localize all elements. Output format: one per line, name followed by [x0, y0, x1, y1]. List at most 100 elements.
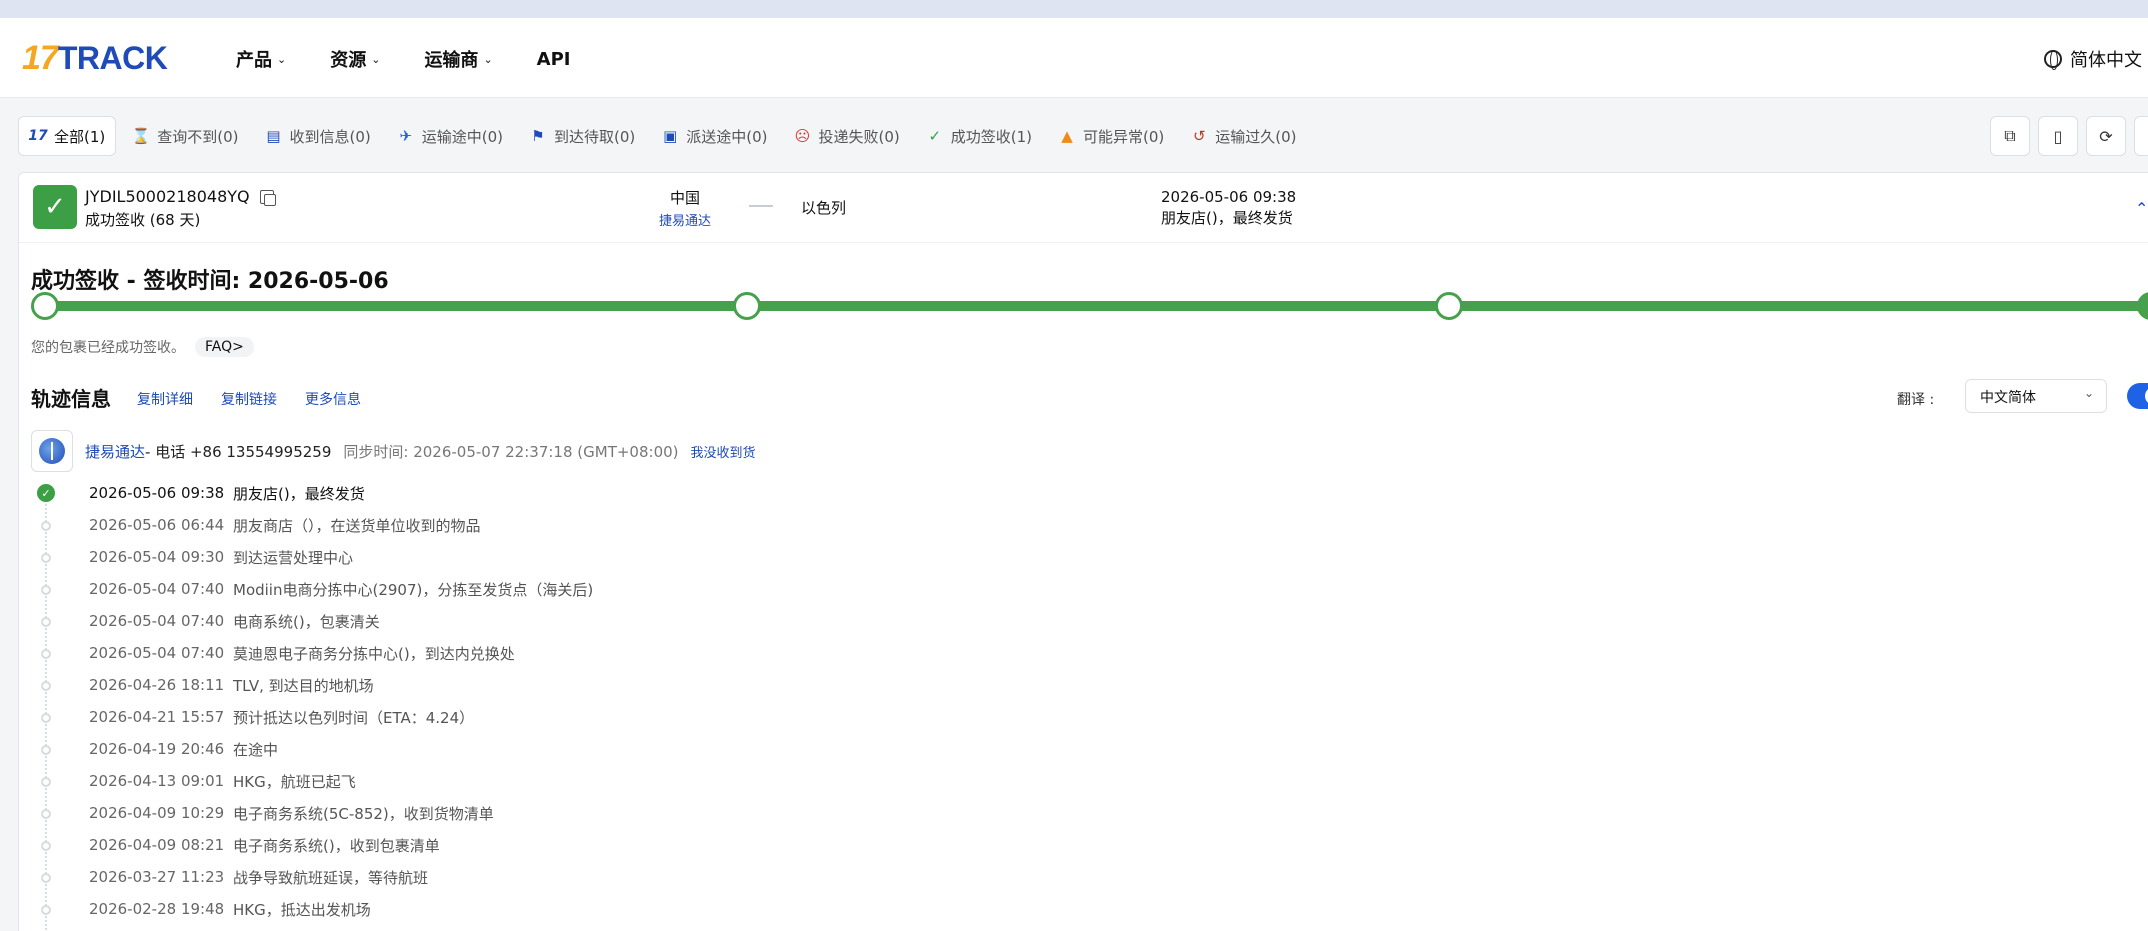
shipment-card: ✓ JYDIL5000218048YQ 成功签收 (68 天) 中国 捷易通达 …	[18, 172, 2148, 931]
event-description: 战争导致航班延误，等待航班	[233, 868, 429, 887]
filter-pickup[interactable]: ⚑ 到达待取(0)	[519, 116, 645, 156]
export-button[interactable]: ▯	[2038, 116, 2078, 156]
filter-expired[interactable]: ↺ 运输过久(0)	[1180, 116, 1306, 156]
filter-label: 成功签收(1)	[950, 127, 1032, 146]
more-button[interactable]	[2134, 116, 2148, 156]
faq-link[interactable]: FAQ>	[195, 337, 254, 357]
copy-details-link[interactable]: 复制详细	[137, 389, 193, 409]
copy-icon: ⧉	[2004, 126, 2016, 145]
copy-icon[interactable]	[259, 189, 276, 206]
filter-all[interactable]: 17 全部(1)	[18, 116, 117, 156]
tracking-event: 2026-04-21 15:57 预计抵达以色列时间（ETA：4.24）	[31, 701, 1031, 733]
event-time: 2026-05-04 07:40	[89, 644, 225, 662]
tracking-event: 2026-04-19 20:46 在途中	[31, 733, 1031, 765]
destination-country: 以色列	[801, 199, 847, 217]
toolbar-buttons: ⧉ ▯ ⟳	[1990, 116, 2148, 156]
airplane-icon: ✈	[399, 127, 413, 145]
track-info-header: 轨迹信息 复制详细 复制链接 更多信息 翻译 : 中文简体 ⌄	[31, 379, 2148, 415]
event-dot-icon	[41, 809, 51, 819]
tracking-event: 2026-03-27 11:23 战争导致航班延误，等待航班	[31, 861, 1031, 893]
event-time: 2026-05-06 09:38	[89, 484, 225, 502]
event-dot-icon	[41, 585, 51, 595]
delivered-check-icon: ✓	[33, 185, 77, 229]
check-icon: ✓	[928, 127, 942, 145]
logo[interactable]: 17 TRACK	[22, 38, 168, 77]
event-description: HKG，航班已起飞	[233, 772, 356, 791]
filter-info-received[interactable]: ▤ 收到信息(0)	[255, 116, 381, 156]
origin: 中国 捷易通达	[659, 187, 711, 229]
tracking-event: 2026-05-04 07:40 Modiin电商分拣中心(2907)，分拣至发货…	[31, 573, 1031, 605]
event-time: 2026-05-06 06:44	[89, 516, 225, 534]
not-received-link[interactable]: 我没收到货	[691, 442, 756, 461]
tracking-event: ✓ 2026-05-06 09:38 朋友店()，最终发货	[31, 477, 1031, 509]
shipment-summary[interactable]: ✓ JYDIL5000218048YQ 成功签收 (68 天) 中国 捷易通达 …	[19, 173, 2148, 243]
event-dot-icon	[41, 713, 51, 723]
event-time: 2026-05-04 07:40	[89, 612, 225, 630]
copy-link-link[interactable]: 复制链接	[221, 389, 277, 409]
refresh-icon: ⟳	[2099, 126, 2113, 146]
origin-carrier-link[interactable]: 捷易通达	[659, 210, 711, 229]
tracking-event: 2026-04-09 10:29 电子商务系统(5C-852)，收到货物清单	[31, 797, 1031, 829]
filter-delivered[interactable]: ✓ 成功签收(1)	[916, 116, 1042, 156]
event-description: HKG，抵达出发机场	[233, 900, 371, 919]
status-filter-bar: 17 全部(1) ⌛ 查询不到(0) ▤ 收到信息(0) ✈ 运输途中(0) ⚑ 到达待取…	[0, 112, 2148, 164]
tracking-event: 2026-05-04 07:40 莫迪恩电子商务分拣中心()，到达内兑换处	[31, 637, 1031, 669]
nav-api[interactable]: API	[537, 46, 571, 72]
delivered-note-text: 您的包裹已经成功签收。	[31, 340, 185, 356]
filter-not-found[interactable]: ⌛ 查询不到(0)	[122, 116, 248, 156]
nav-resources[interactable]: 资源 ⌄	[330, 46, 380, 72]
event-description: 预计抵达以色列时间（ETA：4.24）	[233, 708, 475, 727]
sad-face-icon: ☹	[794, 127, 811, 145]
event-dot-icon	[41, 873, 51, 883]
filter-alert[interactable]: ▲ 可能异常(0)	[1048, 116, 1174, 156]
tracking-number-text: JYDIL5000218048YQ	[85, 187, 250, 206]
tracking-event: 2026-04-09 08:21 电子商务系统()，收到包裹清单	[31, 829, 1031, 861]
translate-select[interactable]: 中文简体 ⌄	[1965, 379, 2107, 413]
filter-label: 可能异常(0)	[1083, 127, 1165, 146]
event-dot-icon	[41, 649, 51, 659]
globe-icon	[2044, 50, 2062, 70]
chevron-down-icon: ⌄	[483, 52, 493, 66]
event-time: 2026-04-09 08:21	[89, 836, 225, 854]
carrier-name-link[interactable]: 捷易通达	[85, 441, 145, 462]
tracking-event: 2026-05-06 06:44 朋友商店（），在送货单位收到的物品	[31, 509, 1031, 541]
filter-out-for-delivery[interactable]: ▣ 派送途中(0)	[651, 116, 777, 156]
tracking-event: 2026-04-26 18:11 TLV, 到达目的地机场	[31, 669, 1031, 701]
logo-number: 17	[22, 38, 59, 77]
filter-label: 运输过久(0)	[1215, 127, 1297, 146]
event-dot-icon	[41, 841, 51, 851]
filter-undelivered[interactable]: ☹ 投递失败(0)	[784, 116, 910, 156]
refresh-button[interactable]: ⟳	[2086, 116, 2126, 156]
filter-tabs: 17 全部(1) ⌛ 查询不到(0) ▤ 收到信息(0) ✈ 运输途中(0) ⚑ 到达待取…	[18, 116, 1307, 156]
filter-in-transit[interactable]: ✈ 运输途中(0)	[387, 116, 513, 156]
logo-text: TRACK	[57, 39, 168, 76]
event-check-icon: ✓	[37, 484, 55, 502]
language-switcher[interactable]: 简体中文	[2044, 46, 2142, 72]
event-description: 电商系统()，包裹清关	[233, 612, 380, 631]
event-time: 2026-04-09 10:29	[89, 804, 225, 822]
event-time: 2026-04-13 09:01	[89, 772, 225, 790]
copy-all-button[interactable]: ⧉	[1990, 116, 2030, 156]
nav-carriers[interactable]: 运输商 ⌄	[424, 46, 492, 72]
event-time: 2026-04-21 15:57	[89, 708, 225, 726]
more-info-link[interactable]: 更多信息	[305, 389, 361, 409]
tracking-event: 2026-02-28 19:48 HKG，抵达出发机场	[31, 893, 1031, 925]
filter-label: 派送途中(0)	[686, 127, 768, 146]
warning-icon: ▲	[1061, 127, 1073, 145]
translate-toggle[interactable]	[2127, 383, 2148, 409]
nav-products[interactable]: 产品 ⌄	[236, 46, 286, 72]
event-time: 2026-04-19 20:46	[89, 740, 225, 758]
chevron-down-icon: ⌄	[371, 52, 381, 66]
event-dot-icon	[41, 905, 51, 915]
event-time: 2026-02-28 19:48	[89, 900, 225, 918]
tracking-number: JYDIL5000218048YQ	[85, 187, 276, 206]
clock-history-icon: ↺	[1192, 127, 1206, 145]
delivered-note: 您的包裹已经成功签收。 FAQ>	[31, 337, 254, 357]
nav-label: 运输商	[424, 50, 479, 71]
filter-label: 收到信息(0)	[289, 127, 371, 146]
language-label: 简体中文	[2070, 50, 2142, 71]
collapse-icon[interactable]: ⌃	[2135, 199, 2148, 218]
route-arrow-icon	[749, 205, 773, 207]
track-info-title: 轨迹信息	[31, 387, 111, 411]
event-time: 2026-05-04 07:40	[89, 580, 225, 598]
